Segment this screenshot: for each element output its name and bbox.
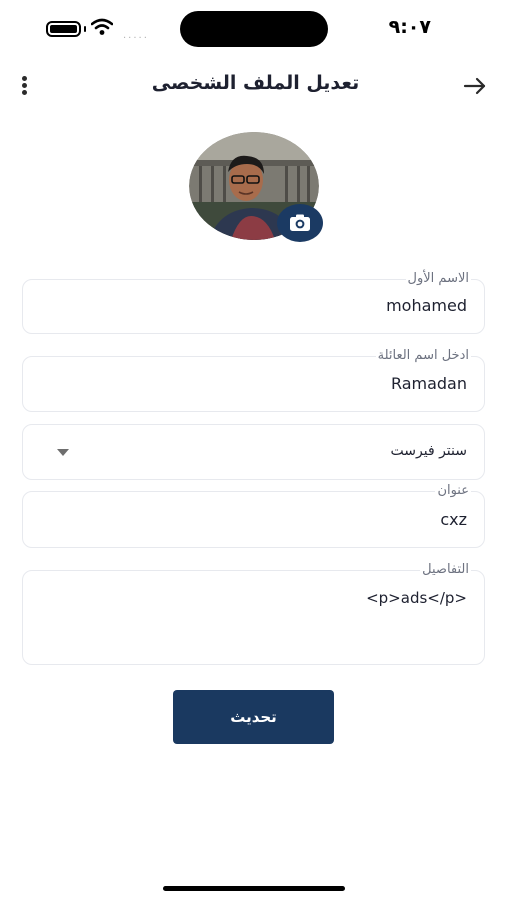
- home-indicator[interactable]: [163, 886, 345, 891]
- last-name-label: ادخل اسم العائلة: [375, 348, 471, 363]
- center-select[interactable]: سنتر فيرست: [22, 424, 485, 480]
- last-name-value[interactable]: Ramadan: [391, 374, 467, 393]
- page-title: تعديل الملف الشخصى: [151, 72, 360, 94]
- app-bar: تعديل الملف الشخصى: [0, 60, 507, 112]
- battery-tip: [84, 26, 86, 32]
- chevron-down-icon: [57, 449, 69, 456]
- status-time: ٩:٠٧: [388, 16, 431, 38]
- back-button[interactable]: [461, 72, 489, 100]
- status-bar: ..... ٩:٠٧: [0, 0, 507, 60]
- address-value[interactable]: cxz: [440, 510, 467, 529]
- camera-icon: [290, 214, 310, 231]
- address-label: عنوان: [435, 483, 471, 498]
- dynamic-island: [180, 11, 328, 47]
- first-name-field[interactable]: الاسم الأول mohamed: [22, 271, 485, 334]
- first-name-label: الاسم الأول: [405, 271, 471, 286]
- details-value[interactable]: <p>ads</p>: [366, 589, 467, 607]
- last-name-field[interactable]: ادخل اسم العائلة Ramadan: [22, 348, 485, 412]
- change-photo-button[interactable]: [277, 204, 323, 242]
- wifi-icon: [91, 18, 113, 35]
- first-name-value[interactable]: mohamed: [386, 296, 467, 315]
- details-field[interactable]: التفاصيل <p>ads</p>: [22, 562, 485, 665]
- center-selected-value: سنتر فيرست: [390, 443, 467, 459]
- details-label: التفاصيل: [420, 562, 471, 577]
- cellular-signal-icon: .....: [123, 30, 149, 41]
- update-button[interactable]: تحديث: [173, 690, 334, 744]
- battery-icon: [46, 21, 81, 37]
- address-field[interactable]: عنوان cxz: [22, 483, 485, 548]
- arrow-right-icon: [463, 77, 486, 95]
